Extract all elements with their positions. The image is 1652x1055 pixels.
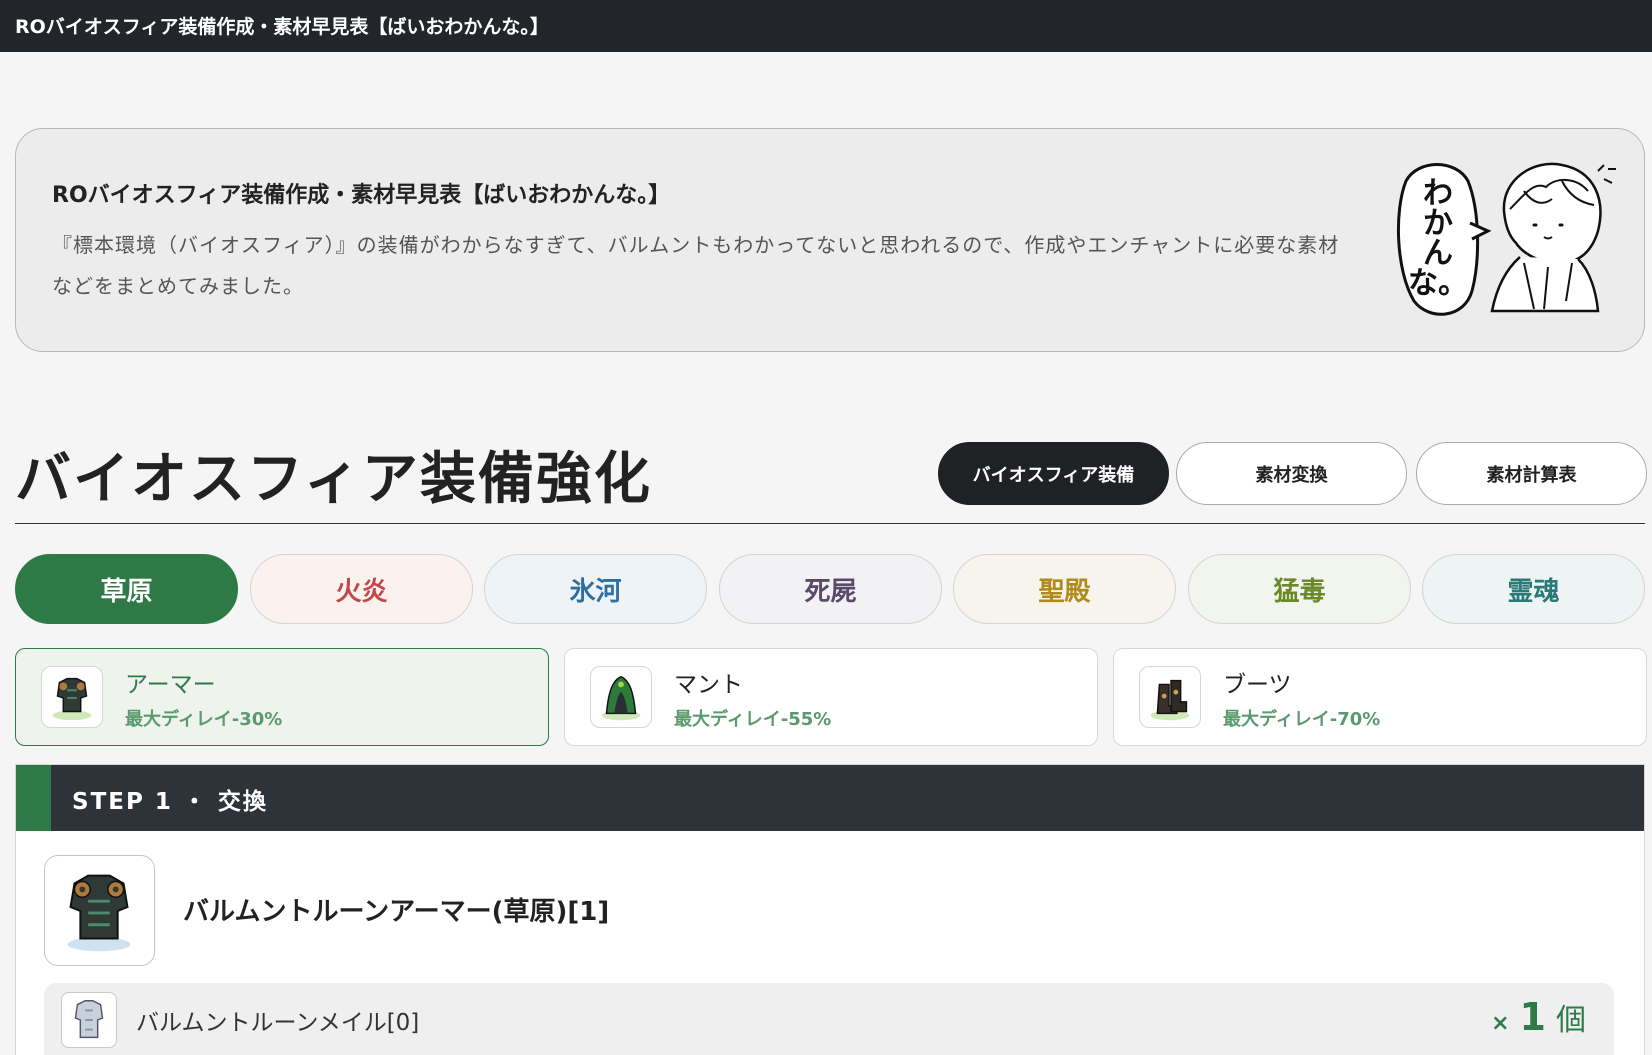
element-tab-holy[interactable]: 聖殿 [953,554,1176,624]
step-header: STEP 1 ・ 交換 [16,765,1644,831]
material-name: バルムントルーンメイル[0] [136,1010,420,1036]
boots-icon [1139,666,1201,728]
nav-material-exchange-button[interactable]: 素材変換 [1176,442,1407,505]
result-item-name: バルムントルーンアーマー(草原)[1] [183,897,610,927]
equipment-name: ブーツ [1223,672,1292,698]
section-divider [15,523,1645,524]
equipment-delay: 最大ディレイ-55% [674,709,832,730]
equipment-delay: 最大ディレイ-70% [1223,709,1381,730]
equipment-delay: 最大ディレイ-30% [125,709,283,730]
hero-title: ROバイオスフィア装備作成・素材早見表【ばいおわかんな。】 [52,183,671,208]
material-row: バルムントルーンメイル[0] × 1 個 [44,983,1614,1055]
element-tab-spirit[interactable]: 霊魂 [1422,554,1645,624]
element-tab-undead[interactable]: 死屍 [719,554,942,624]
nav-biosphere-equipment-button[interactable]: バイオスフィア装備 [938,442,1169,505]
element-tab-poison[interactable]: 猛毒 [1188,554,1411,624]
step-panel: STEP 1 ・ 交換 バルムントルーンアーマー(草原)[1] バルムントルーン… [15,764,1645,1055]
element-tab-fire[interactable]: 火炎 [250,554,473,624]
material-quantity: × 1 個 [1491,995,1586,1039]
element-tab-grassland[interactable]: 草原 [15,554,238,624]
mascot-illustration: わかんな。 [1396,162,1616,316]
top-bar: ROバイオスフィア装備作成・素材早見表【ばいおわかんな。】 [0,0,1652,52]
hero-banner: ROバイオスフィア装備作成・素材早見表【ばいおわかんな。】 『標本環境（バイオス… [15,128,1645,352]
rune-armor-icon [44,855,155,966]
quantity-value: 1 [1519,995,1546,1039]
equipment-name: アーマー [125,672,216,698]
rune-mail-icon [61,992,117,1048]
equipment-card-armor[interactable]: アーマー 最大ディレイ-30% [15,648,549,746]
equipment-card-cloak[interactable]: マント 最大ディレイ-55% [564,648,1098,746]
cloak-icon [590,666,652,728]
nav-material-calculator-button[interactable]: 素材計算表 [1416,442,1647,505]
quantity-multiplier: × [1491,1011,1510,1036]
equipment-card-boots[interactable]: ブーツ 最大ディレイ-70% [1113,648,1647,746]
equipment-name: マント [674,672,743,698]
hero-description: 『標本環境（バイオスフィア）』の装備がわからなすぎて、バルムントもわかってないと… [52,233,1340,298]
element-tab-glacier[interactable]: 氷河 [484,554,707,624]
step-label: STEP 1 ・ 交換 [72,789,268,815]
site-title[interactable]: ROバイオスフィア装備作成・素材早見表【ばいおわかんな。】 [15,12,549,39]
armor-icon [41,666,103,728]
quantity-unit: 個 [1556,1003,1586,1038]
section-title: バイオスフィア装備強化 [15,447,652,512]
step-accent-bar [16,765,51,831]
